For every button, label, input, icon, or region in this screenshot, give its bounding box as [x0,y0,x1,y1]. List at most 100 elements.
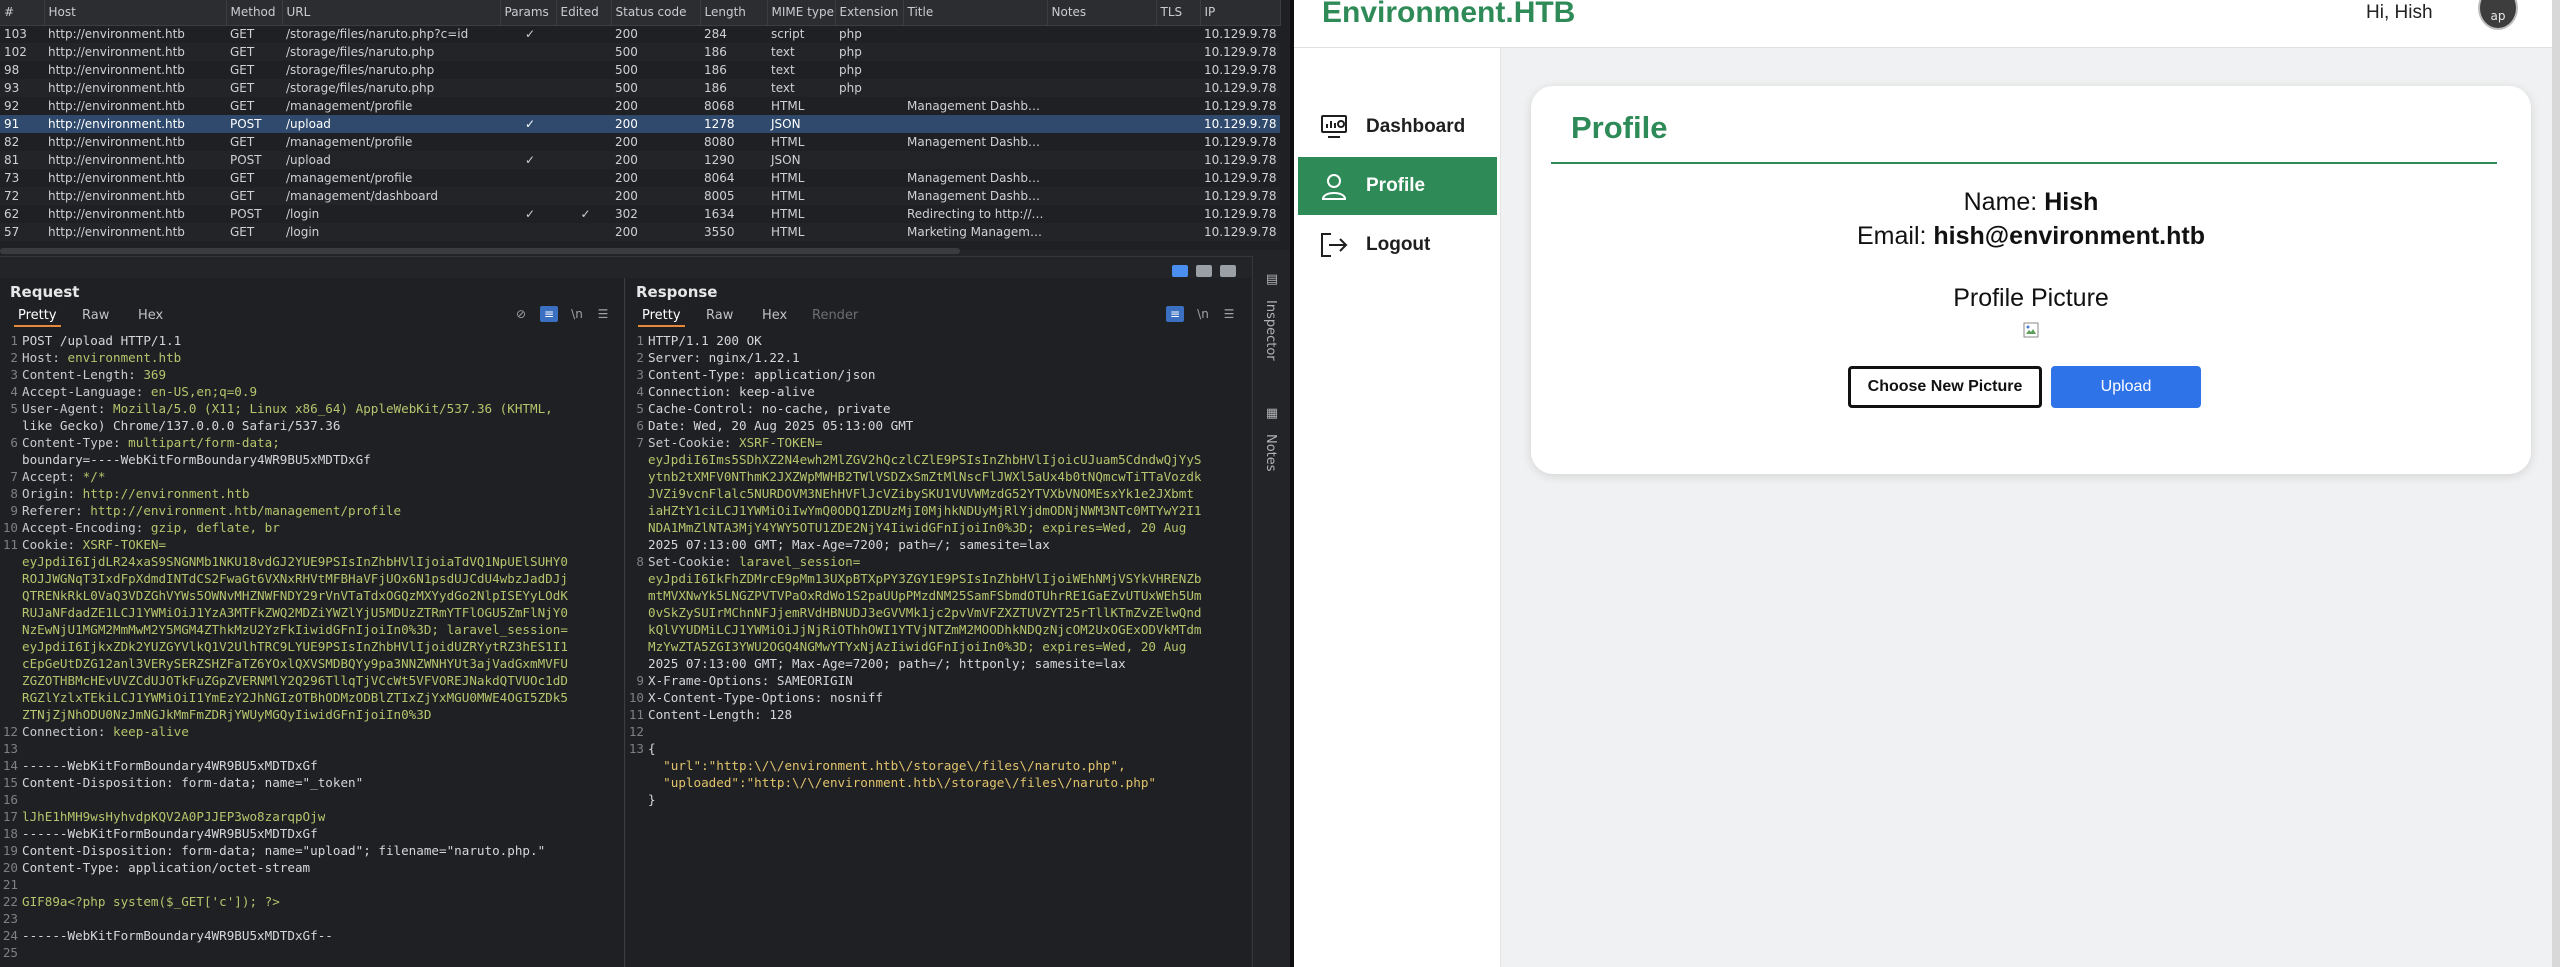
cell-ext [835,133,903,151]
code-line: 3 Content-Type: application/json [626,366,1251,383]
line-number: 9 [10,503,18,518]
table-row[interactable]: 82 http://environment.htb GET/management/p… [0,133,1280,151]
history-horizontal-scrollbar[interactable] [0,248,960,254]
nav-item-dashboard[interactable]: Dashboard [1298,98,1497,156]
code-line: 2 Host: environment.htb [0,349,624,366]
column-header[interactable]: # [0,0,45,26]
nav-item-logout[interactable]: Logout [1298,216,1497,274]
pretty-format-icon[interactable]: ≡ [540,306,558,322]
side-by-side-view-icon[interactable] [1172,265,1188,277]
line-number [0,655,22,672]
code-line: 10 X-Content-Type-Options: nosniff [626,689,1251,706]
line-number: 18 [2,826,18,841]
profile-card: Profile Name: Hish Email: hish@environme… [1531,86,2531,474]
line-text: Accept-Encoding: gzip, deflate, br [22,519,280,536]
inspector-tab[interactable]: Inspector [1263,300,1278,361]
table-row[interactable]: 72 http://environment.htb GET/management/d… [0,187,1280,205]
table-row[interactable]: 62 http://environment.htb POST/login ✓ ✓ 302 1… [0,205,1280,223]
line-text: eyJpdiI6IjdLR24xaS9SNGNMb1NKU18vdGJ2YUE9… [22,554,568,569]
cell-mime: JSON [767,151,835,169]
line-number: 22 [2,894,18,909]
single-view-icon[interactable] [1220,265,1236,277]
table-row[interactable]: 91 http://environment.htb POST/upload ✓ 200 1… [0,115,1280,133]
table-row[interactable]: 93 http://environment.htb GET/storage/file… [0,79,1280,97]
cell-ip: 10.129.9.78 [1204,135,1277,149]
table-row[interactable]: 57 http://environment.htb GET/login 200 3550… [0,223,1280,241]
column-header[interactable]: MIME type [767,0,836,26]
newline-icon[interactable]: \n [568,306,586,322]
line-number: 20 [2,860,18,875]
code-line: 6 Date: Wed, 20 Aug 2025 05:13:00 GMT [626,417,1251,434]
cell-notes [1047,151,1156,169]
column-header[interactable]: Edited [556,0,612,26]
notes-tab[interactable]: Notes [1263,434,1278,472]
cell-tls [1156,169,1200,187]
column-header[interactable]: Notes [1047,0,1157,26]
response-tab-raw[interactable]: Raw [706,308,733,323]
column-header[interactable]: Params [500,0,557,26]
line-number: 19 [2,843,18,858]
cell-ip: 10.129.9.78 [1200,115,1280,133]
newline-icon[interactable]: \n [1194,306,1212,322]
table-row[interactable]: 81 http://environment.htb POST/upload ✓ 200 1… [0,151,1280,169]
line-number [626,621,648,638]
hide-nonprintable-icon[interactable]: ⊘ [512,306,530,322]
header-name: Origin: [22,486,83,501]
cell-params: ✓ [524,207,536,221]
upload-button[interactable]: Upload [2051,366,2201,408]
browser-scrollbar[interactable] [2552,0,2560,967]
nav-item-profile[interactable]: Profile [1298,157,1497,215]
header-name: Host: [22,350,68,365]
request-tab-hex[interactable]: Hex [138,308,163,323]
notes-icon[interactable]: ▦ [1264,406,1280,422]
response-tab-render[interactable]: Render [812,308,858,323]
code-line: "uploaded":"http:\/\/environment.htb\/st… [626,774,1251,791]
pretty-format-icon[interactable]: ≡ [1166,306,1184,322]
column-header[interactable]: Method [226,0,283,26]
response-tab-hex[interactable]: Hex [762,308,787,323]
table-row[interactable]: 73 http://environment.htb GET/management/p… [0,169,1280,187]
response-editor[interactable]: 1 HTTP/1.1 200 OK 2 Server: nginx/1.22.1 3 Co… [626,332,1251,967]
menu-icon[interactable]: ☰ [1220,306,1238,322]
line-number [626,451,648,468]
line-text: X-Frame-Options: SAMEORIGIN [648,673,853,688]
line-number [626,604,648,621]
column-header[interactable]: Title [903,0,1048,26]
table-row[interactable]: 102 http://environment.htb GET/storage/fil… [0,43,1280,61]
site-brand[interactable]: Environment.HTB [1322,0,1575,30]
line-number: 17 [2,809,18,824]
table-row[interactable]: 92 http://environment.htb GET/management/p… [0,97,1280,115]
table-row[interactable]: 98 http://environment.htb GET/storage/file… [0,61,1280,79]
inspector-icon[interactable]: ▤ [1264,272,1280,288]
request-tab-pretty[interactable]: Pretty [14,308,61,327]
cell-host: http://environment.htb [44,43,226,61]
column-header[interactable]: Status code [611,0,701,26]
line-number [626,774,648,791]
column-header[interactable]: Length [700,0,768,26]
cell-notes [1047,25,1156,43]
cell-num: 92 [4,99,20,113]
response-tab-pretty[interactable]: Pretty [638,308,685,327]
column-header[interactable]: TLS [1156,0,1201,26]
cell-edited [556,25,611,43]
line-number [626,791,648,808]
menu-icon[interactable]: ☰ [594,306,612,322]
avatar[interactable]: ap [2478,0,2518,30]
line-text: { [648,741,656,756]
choose-new-picture-button[interactable]: Choose New Picture [1848,366,2042,408]
column-header[interactable]: IP [1200,0,1281,26]
table-row[interactable]: 103 http://environment.htb GET/storage/fil… [0,25,1280,43]
request-tab-raw[interactable]: Raw [82,308,109,323]
code-line: 9 Referer: http://environment.htb/managem… [0,502,624,519]
stacked-view-icon[interactable] [1196,265,1212,277]
column-header[interactable]: URL [282,0,501,26]
cell-host: http://environment.htb [48,27,185,42]
column-header[interactable]: Extension [835,0,904,26]
cell-host: http://environment.htb [44,151,226,169]
cell-mime: text [771,63,795,77]
column-header[interactable]: Host [44,0,227,26]
line-number: 3 [10,367,18,382]
cell-ext [835,205,903,223]
request-editor[interactable]: 1 POST /upload HTTP/1.1 2 Host: environment… [0,332,624,967]
line-number [0,553,22,570]
